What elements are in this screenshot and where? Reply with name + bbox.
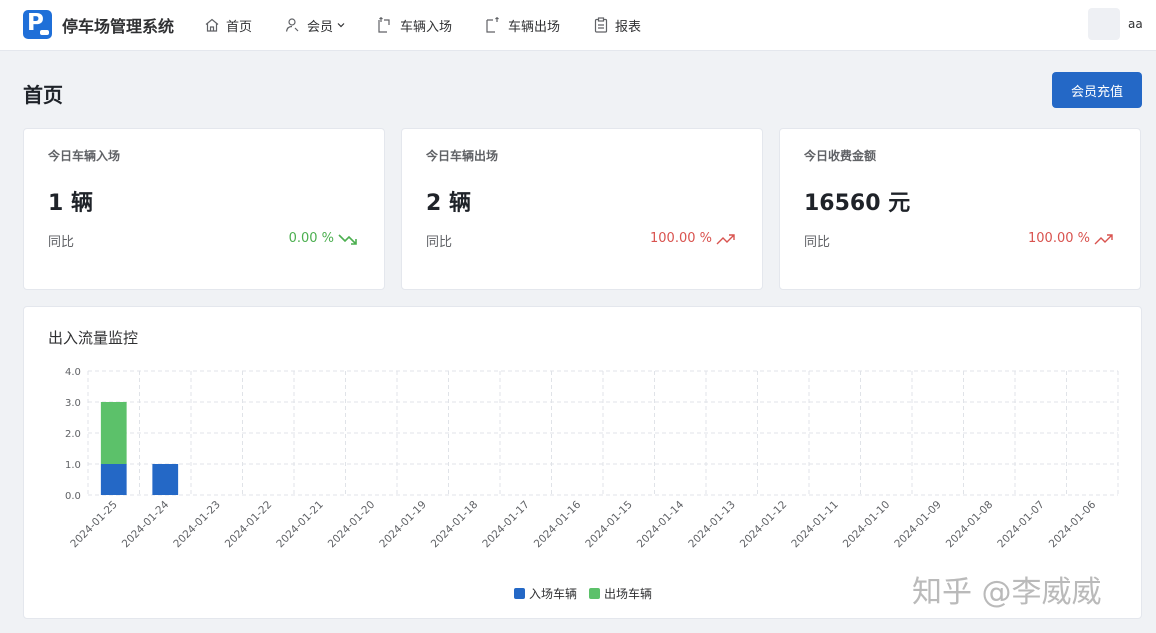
- stat-value: 16560 元: [804, 191, 911, 216]
- x-tick-label: 2024-01-18: [429, 499, 481, 551]
- x-tick-label: 2024-01-22: [223, 499, 275, 551]
- stat-card-revenue: 今日收费金额 16560 元 同比 100.00 %: [779, 128, 1141, 290]
- stat-yoy-label: 同比: [48, 235, 75, 250]
- stat-card-vehicle-in: 今日车辆入场 1 辆 同比 0.00 %: [23, 128, 385, 290]
- x-tick-label: 2024-01-11: [789, 499, 841, 551]
- stat-label: 今日车辆入场: [48, 149, 121, 163]
- x-tick-label: 2024-01-09: [892, 499, 944, 551]
- x-tick-label: 2024-01-24: [120, 498, 172, 550]
- home-icon: [205, 18, 219, 32]
- vehicle-out-icon: [486, 17, 499, 33]
- stat-card-vehicle-out: 今日车辆出场 2 辆 同比 100.00 %: [401, 128, 763, 290]
- x-tick-label: 2024-01-12: [738, 499, 790, 551]
- chart-legend: 入场车辆 出场车辆: [514, 585, 664, 602]
- stat-yoy-label: 同比: [804, 235, 831, 250]
- x-tick-label: 2024-01-15: [583, 499, 635, 551]
- legend-swatch-in: [514, 588, 525, 599]
- nav-report-label: 报表: [615, 19, 642, 35]
- bar-out: [100, 402, 127, 464]
- y-tick-label: 0.0: [65, 491, 81, 502]
- legend-label-in: 入场车辆: [529, 587, 578, 601]
- legend-item-in[interactable]: 入场车辆: [514, 585, 577, 602]
- username[interactable]: aa: [1128, 17, 1143, 31]
- nav-report[interactable]: 报表: [593, 0, 641, 50]
- y-tick-label: 1.0: [65, 460, 81, 471]
- stat-value: 1 辆: [48, 191, 93, 216]
- bar-in: [152, 464, 179, 495]
- trend-up-icon: [716, 233, 735, 244]
- trend-down-icon: [338, 233, 357, 245]
- y-tick-label: 4.0: [65, 367, 81, 378]
- avatar[interactable]: [1088, 8, 1120, 40]
- x-tick-label: 2024-01-16: [532, 498, 584, 550]
- nav-home-label: 首页: [226, 19, 253, 35]
- chevron-down-icon: [337, 23, 345, 28]
- nav-vehicle-in[interactable]: 车辆入场: [376, 0, 452, 50]
- clipboard-icon: [594, 17, 608, 33]
- legend-swatch-out: [589, 588, 601, 599]
- stat-yoy-value: 100.00 %: [1028, 231, 1090, 246]
- bar-in: [100, 464, 127, 495]
- nav-vehicle-out[interactable]: 车辆出场: [484, 0, 560, 50]
- nav-home[interactable]: 首页: [204, 0, 252, 50]
- legend-item-out[interactable]: 出场车辆: [589, 585, 652, 602]
- stat-yoy-label: 同比: [426, 235, 453, 250]
- nav-vehicle-out-label: 车辆出场: [508, 19, 561, 35]
- nav-member-label: 会员: [307, 19, 334, 35]
- watermark: 知乎 @李威威: [912, 575, 1102, 610]
- x-tick-label: 2024-01-23: [171, 499, 223, 551]
- stat-label: 今日收费金额: [804, 149, 877, 163]
- x-tick-label: 2024-01-14: [635, 498, 687, 550]
- stat-yoy-value: 100.00 %: [650, 231, 712, 246]
- y-tick-label: 2.0: [65, 429, 81, 440]
- user-icon: [285, 18, 299, 32]
- y-tick-label: 3.0: [65, 398, 81, 409]
- nav-vehicle-in-label: 车辆入场: [400, 19, 453, 35]
- x-tick-label: 2024-01-10: [841, 499, 893, 551]
- trend-up-icon: [1094, 233, 1113, 244]
- x-tick-label: 2024-01-17: [480, 499, 532, 551]
- stat-value: 2 辆: [426, 191, 471, 216]
- top-navbar: P 停车场管理系统 首页 会员 车辆入场 车辆出场 报表 aa: [0, 0, 1156, 51]
- stat-yoy-percent: 0.00 %: [289, 231, 358, 246]
- stat-yoy-percent: 100.00 %: [650, 231, 736, 246]
- x-tick-label: 2024-01-20: [326, 499, 378, 551]
- x-tick-label: 2024-01-13: [686, 499, 738, 551]
- chart-title: 出入流量监控: [48, 329, 139, 347]
- app-title: 停车场管理系统: [62, 17, 175, 36]
- parking-logo-icon: P: [23, 10, 52, 39]
- stat-yoy-value: 0.00 %: [288, 231, 334, 246]
- stat-label: 今日车辆出场: [426, 149, 499, 163]
- x-tick-label: 2024-01-25: [68, 499, 120, 551]
- nav-member-dropdown[interactable]: 会员: [285, 0, 346, 50]
- member-recharge-button[interactable]: 会员充值: [1052, 72, 1142, 108]
- x-tick-label: 2024-01-19: [377, 499, 429, 551]
- legend-label-out: 出场车辆: [604, 587, 653, 601]
- stat-yoy-percent: 100.00 %: [1028, 231, 1114, 246]
- page-title: 首页: [23, 83, 63, 107]
- x-tick-label: 2024-01-21: [274, 499, 326, 551]
- x-tick-label: 2024-01-08: [944, 499, 996, 551]
- vehicle-in-icon: [378, 17, 390, 33]
- x-tick-label: 2024-01-07: [995, 499, 1047, 551]
- x-tick-label: 2024-01-06: [1047, 498, 1099, 550]
- traffic-bar-chart: 0.01.02.03.04.02024-01-25 2024-01-24 2024-…: [65, 367, 1119, 551]
